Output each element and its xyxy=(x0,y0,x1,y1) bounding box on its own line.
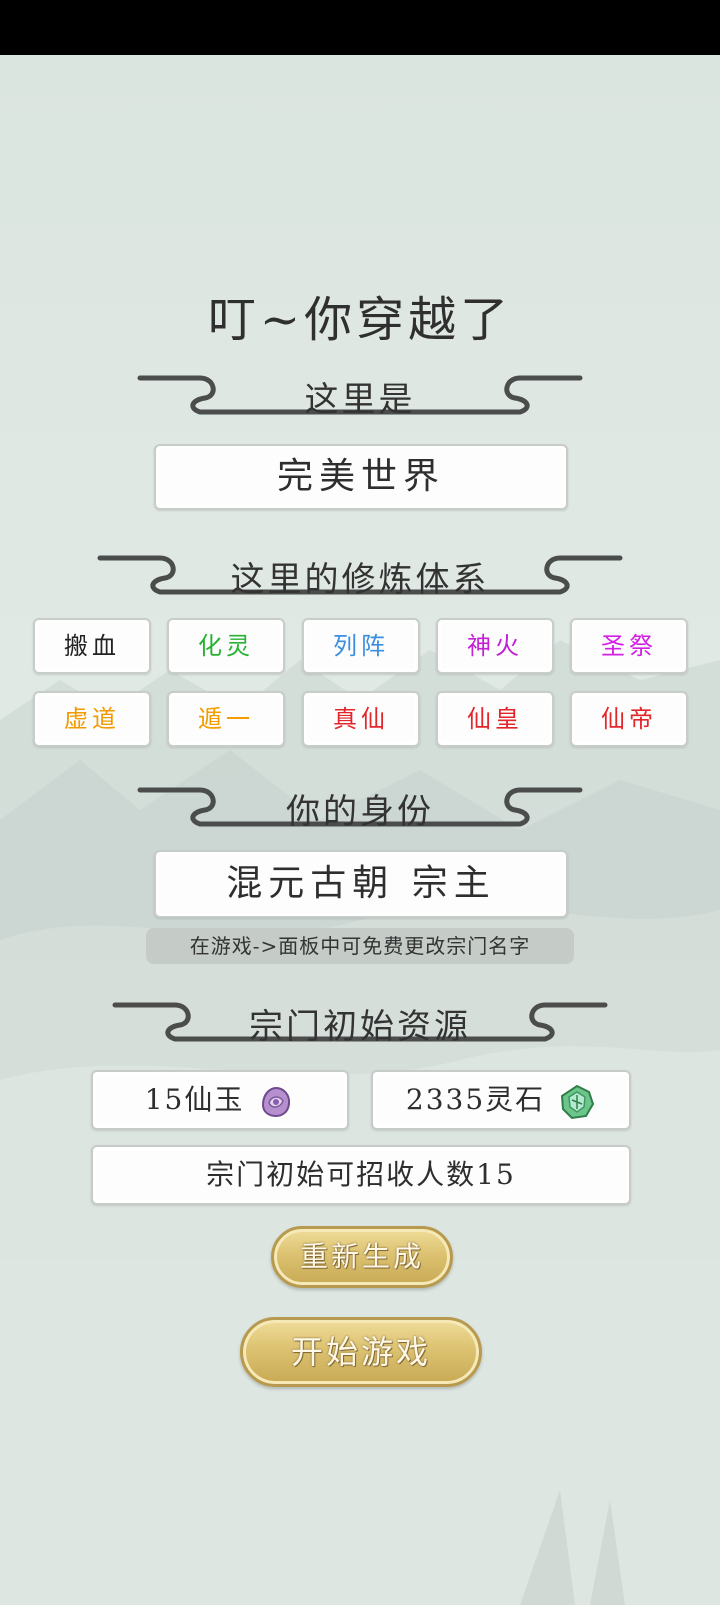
rename-hint: 在游戏->面板中可免费更改宗门名字 xyxy=(146,928,574,964)
realm-item: 仙帝 xyxy=(570,691,688,747)
section-header-resources: 宗门初始资源 xyxy=(0,995,720,1055)
realm-item: 化灵 xyxy=(167,618,285,674)
identity-box: 混元古朝 宗主 xyxy=(154,850,568,918)
realm-item: 真仙 xyxy=(302,691,420,747)
realm-item: 搬血 xyxy=(33,618,151,674)
resources-heading: 宗门初始资源 xyxy=(249,1007,471,1047)
purple-jade-icon xyxy=(262,1086,291,1117)
section-header-cultivation: 这里的修炼体系 xyxy=(0,548,720,608)
section-header-identity: 你的身份 xyxy=(0,780,720,840)
realm-item: 仙皇 xyxy=(436,691,554,747)
identity-value: 混元古朝 宗主 xyxy=(226,863,496,904)
section-header-world: 这里是 xyxy=(0,368,720,428)
regenerate-label: 重新生成 xyxy=(299,1240,424,1273)
realm-item: 神火 xyxy=(436,618,554,674)
cultivation-heading: 这里的修炼体系 xyxy=(230,560,490,600)
status-bar xyxy=(0,0,720,55)
start-game-button[interactable]: 开始游戏 xyxy=(240,1317,482,1387)
green-spirit-stone-icon xyxy=(561,1084,595,1119)
spirit-stone-resource-box: 2335灵石 xyxy=(371,1070,631,1130)
jade-amount: 15仙玉 xyxy=(144,1083,245,1116)
world-name: 完美世界 xyxy=(276,456,445,497)
realm-item: 列阵 xyxy=(302,618,420,674)
realm-item: 圣祭 xyxy=(570,618,688,674)
recruit-box: 宗门初始可招收人数15 xyxy=(91,1145,631,1205)
jade-resource-box: 15仙玉 xyxy=(91,1070,349,1130)
main-title: 叮~你穿越了 xyxy=(207,292,513,348)
start-game-label: 开始游戏 xyxy=(290,1333,431,1371)
recruit-count: 宗门初始可招收人数15 xyxy=(206,1158,516,1191)
realm-item: 虚道 xyxy=(33,691,151,747)
identity-heading: 你的身份 xyxy=(286,792,434,832)
regenerate-button[interactable]: 重新生成 xyxy=(271,1226,453,1288)
world-heading: 这里是 xyxy=(304,380,416,420)
world-name-box: 完美世界 xyxy=(154,444,568,510)
spirit-stone-amount: 2335灵石 xyxy=(405,1083,546,1116)
realm-item: 遁一 xyxy=(167,691,285,747)
